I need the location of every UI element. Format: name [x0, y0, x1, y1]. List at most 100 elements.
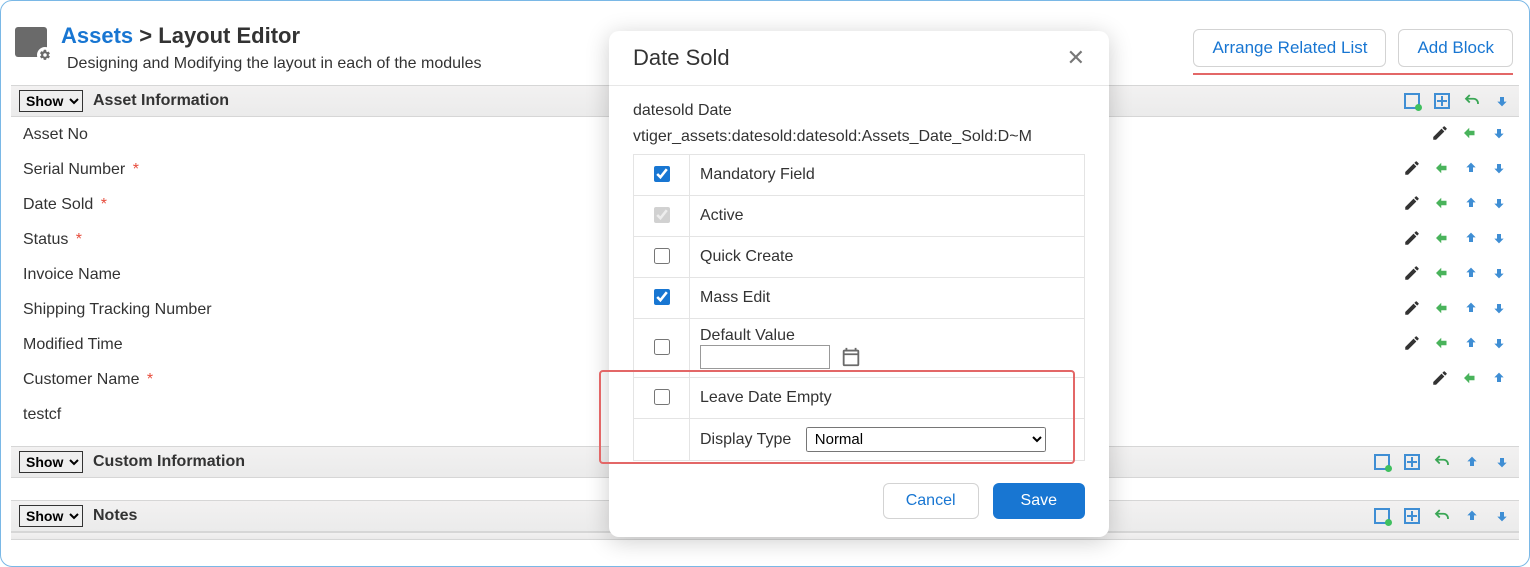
edit-icon[interactable] — [1403, 229, 1421, 251]
arrow-left-icon[interactable] — [1433, 194, 1451, 216]
edit-icon[interactable] — [1431, 369, 1449, 391]
module-icon — [15, 27, 47, 57]
field-row-tools — [1431, 124, 1507, 146]
mandatory-label: Mandatory Field — [690, 155, 1085, 196]
block-visibility-select[interactable]: Show — [19, 505, 83, 527]
block-title: Asset Information — [93, 92, 229, 110]
arrow-down-icon[interactable] — [1491, 335, 1507, 355]
field-row-tools — [1403, 194, 1507, 216]
edit-icon[interactable] — [1403, 194, 1421, 216]
arrow-up-icon[interactable] — [1463, 335, 1479, 355]
modal-header: Date Sold ✕ — [609, 31, 1109, 86]
close-icon[interactable]: ✕ — [1067, 45, 1085, 71]
arrow-down-icon[interactable] — [1491, 230, 1507, 250]
field-label: Status * — [23, 231, 82, 249]
prop-row-active: Active — [634, 196, 1085, 237]
add-field-icon[interactable] — [1433, 92, 1451, 110]
field-label: Shipping Tracking Number — [23, 301, 212, 319]
arrow-up-icon[interactable] — [1463, 230, 1479, 250]
arrow-up-icon[interactable] — [1491, 370, 1507, 390]
defaultvalue-cell: Default Value — [690, 319, 1085, 378]
leaveempty-checkbox[interactable] — [654, 389, 670, 405]
field-row-tools — [1403, 299, 1507, 321]
arrow-left-icon[interactable] — [1433, 334, 1451, 356]
block-tools — [1403, 92, 1511, 110]
modal-title: Date Sold — [633, 45, 730, 71]
field-settings-modal: Date Sold ✕ datesold Date vtiger_assets:… — [609, 31, 1109, 537]
displaytype-label: Display Type — [700, 431, 791, 448]
edit-icon[interactable] — [1403, 264, 1421, 286]
calendar-icon[interactable] — [834, 349, 862, 366]
field-name-line: datesold Date — [633, 102, 1085, 120]
edit-icon[interactable] — [1403, 334, 1421, 356]
block-visibility-select[interactable]: Show — [19, 90, 83, 112]
quickcreate-label: Quick Create — [690, 237, 1085, 278]
sequence-icon[interactable] — [1403, 92, 1421, 110]
displaytype-cell: Display Type Normal — [690, 419, 1085, 461]
field-row-tools — [1403, 334, 1507, 356]
block-tools — [1373, 453, 1511, 471]
save-button[interactable]: Save — [993, 483, 1085, 519]
arrow-left-icon[interactable] — [1433, 299, 1451, 321]
cancel-button[interactable]: Cancel — [883, 483, 979, 519]
arrow-left-icon[interactable] — [1461, 124, 1479, 146]
sequence-icon[interactable] — [1373, 507, 1391, 525]
defaultvalue-input[interactable] — [700, 345, 830, 369]
arrow-down-icon[interactable] — [1493, 92, 1511, 110]
active-checkbox — [654, 207, 670, 223]
field-label: Asset No — [23, 126, 88, 144]
mandatory-checkbox[interactable] — [654, 166, 670, 182]
arrow-up-icon[interactable] — [1463, 160, 1479, 180]
add-field-icon[interactable] — [1403, 507, 1421, 525]
edit-icon[interactable] — [1403, 159, 1421, 181]
page: Assets > Layout Editor Designing and Mod… — [0, 0, 1530, 567]
undo-icon[interactable] — [1433, 453, 1451, 471]
arrow-up-icon[interactable] — [1463, 300, 1479, 320]
modal-footer: Cancel Save — [609, 469, 1109, 537]
field-properties-table: Mandatory Field Active Quick Create Mass… — [633, 154, 1085, 461]
arrow-left-icon[interactable] — [1461, 369, 1479, 391]
arrow-left-icon[interactable] — [1433, 264, 1451, 286]
arrow-down-icon[interactable] — [1493, 507, 1511, 525]
arrow-down-icon[interactable] — [1491, 160, 1507, 180]
field-label: Serial Number * — [23, 161, 139, 179]
arrow-down-icon[interactable] — [1491, 125, 1507, 145]
quickcreate-checkbox[interactable] — [654, 248, 670, 264]
defaultvalue-checkbox[interactable] — [654, 339, 670, 355]
field-path-line: vtiger_assets:datesold:datesold:Assets_D… — [633, 128, 1085, 146]
arrow-down-icon[interactable] — [1491, 195, 1507, 215]
displaytype-select[interactable]: Normal — [806, 427, 1046, 452]
sequence-icon[interactable] — [1373, 453, 1391, 471]
arrow-left-icon[interactable] — [1433, 159, 1451, 181]
arrow-up-icon[interactable] — [1463, 453, 1481, 471]
field-label: Invoice Name — [23, 266, 121, 284]
prop-row-mandatory: Mandatory Field — [634, 155, 1085, 196]
arrow-down-icon[interactable] — [1491, 300, 1507, 320]
add-block-button[interactable]: Add Block — [1398, 29, 1513, 67]
header-actions: Arrange Related List Add Block — [1193, 29, 1513, 75]
arrow-up-icon[interactable] — [1463, 195, 1479, 215]
modal-info: datesold Date vtiger_assets:datesold:dat… — [633, 102, 1085, 146]
gear-icon — [37, 47, 53, 63]
edit-icon[interactable] — [1403, 299, 1421, 321]
massedit-checkbox[interactable] — [654, 289, 670, 305]
arrow-down-icon[interactable] — [1493, 453, 1511, 471]
arrow-down-icon[interactable] — [1491, 265, 1507, 285]
add-field-icon[interactable] — [1403, 453, 1421, 471]
field-label: Date Sold * — [23, 196, 107, 214]
field-row-tools — [1403, 229, 1507, 251]
block-visibility-select[interactable]: Show — [19, 451, 83, 473]
arrow-up-icon[interactable] — [1463, 265, 1479, 285]
arrange-related-list-button[interactable]: Arrange Related List — [1193, 29, 1386, 67]
block-title: Notes — [93, 507, 137, 525]
undo-icon[interactable] — [1463, 92, 1481, 110]
arrow-up-icon[interactable] — [1463, 507, 1481, 525]
prop-row-displaytype: Display Type Normal — [634, 419, 1085, 461]
breadcrumb-module[interactable]: Assets — [61, 23, 133, 48]
edit-icon[interactable] — [1431, 124, 1449, 146]
arrow-left-icon[interactable] — [1433, 229, 1451, 251]
undo-icon[interactable] — [1433, 507, 1451, 525]
block-tools — [1373, 507, 1511, 525]
field-label: Customer Name * — [23, 371, 153, 389]
defaultvalue-label: Default Value — [700, 327, 795, 344]
